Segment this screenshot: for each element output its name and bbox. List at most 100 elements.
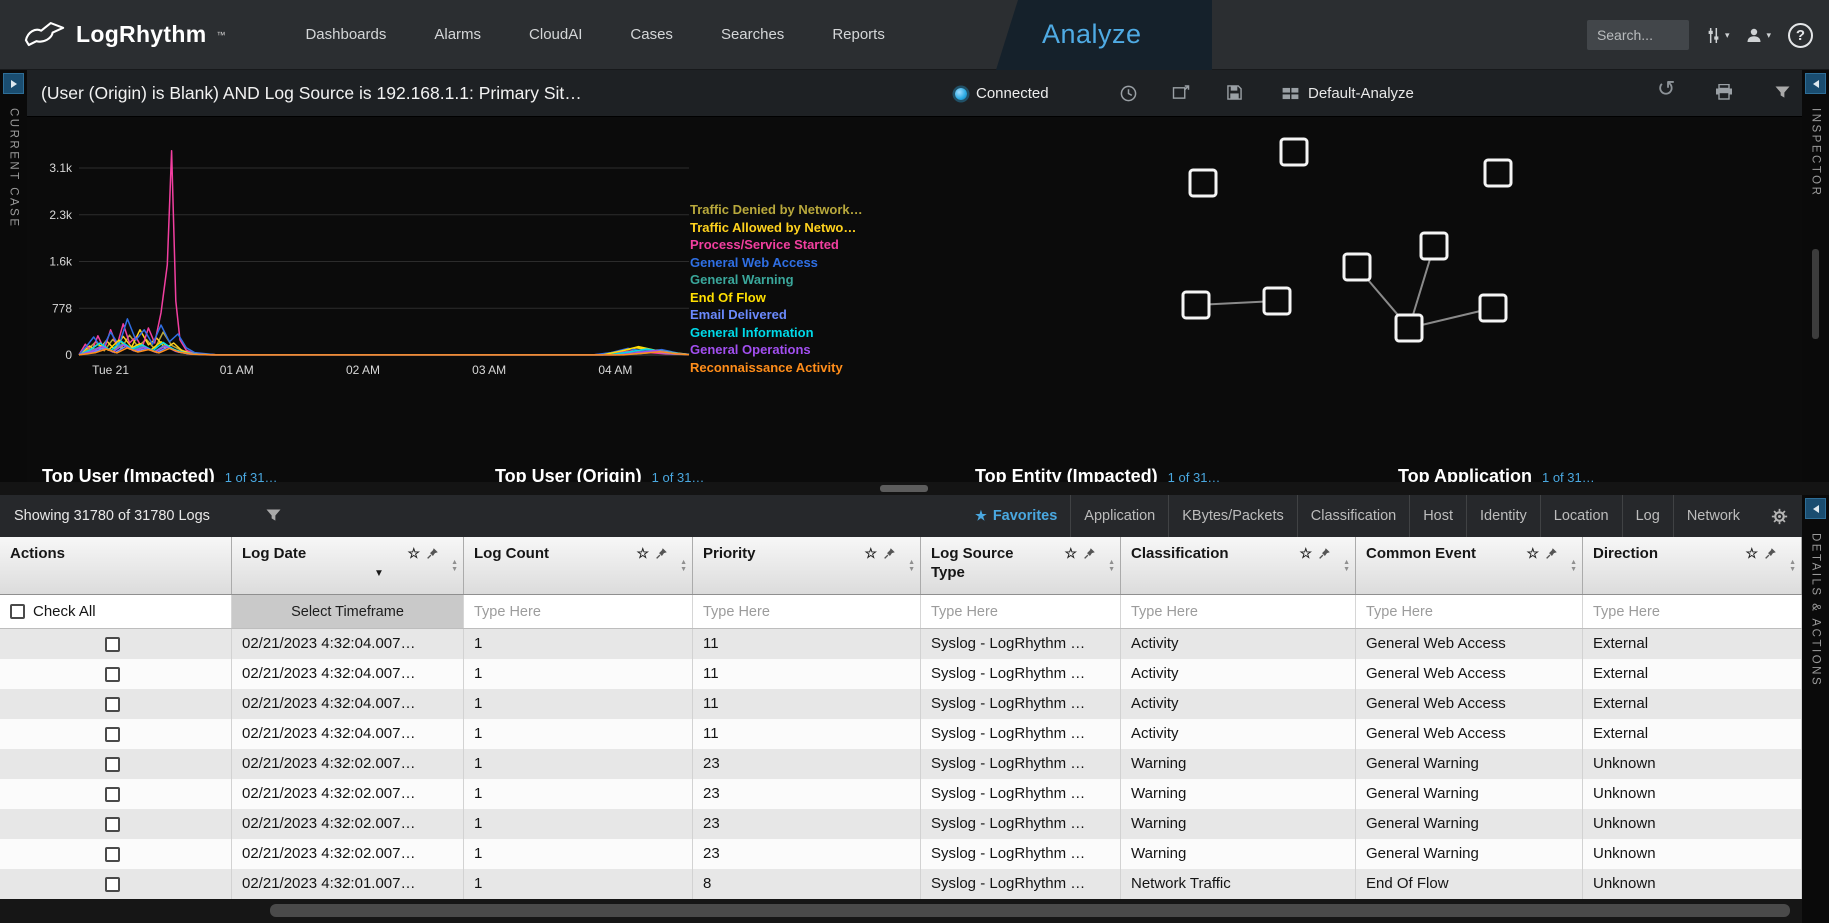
classification-filter-input[interactable]: Type Here bbox=[1121, 595, 1356, 628]
column-sort-arrows-icon[interactable]: ▲▼ bbox=[1108, 559, 1115, 573]
grid-settings-button[interactable] bbox=[1771, 508, 1788, 525]
select-timeframe-dropdown[interactable]: Select Timeframe bbox=[232, 595, 463, 628]
graph-node[interactable] bbox=[1344, 254, 1370, 280]
column-header-actions[interactable]: Actions bbox=[0, 537, 232, 594]
pin-column-icon[interactable] bbox=[1545, 547, 1558, 560]
column-sort-arrows-icon[interactable]: ▲▼ bbox=[1343, 559, 1350, 573]
legend-item-general-information[interactable]: General Information bbox=[690, 324, 863, 342]
favorite-column-icon[interactable]: ☆ bbox=[864, 546, 877, 560]
nav-item-searches[interactable]: Searches bbox=[697, 0, 808, 70]
favorite-column-icon[interactable]: ☆ bbox=[1745, 546, 1758, 560]
favorite-column-icon[interactable]: ☆ bbox=[1064, 546, 1077, 560]
column-header-priority[interactable]: Priority☆▲▼ bbox=[693, 537, 921, 594]
column-header-log-source-type[interactable]: Log Source Type☆▲▼ bbox=[921, 537, 1121, 594]
favorite-column-icon[interactable]: ☆ bbox=[407, 546, 420, 560]
expand-current-case-button[interactable] bbox=[3, 73, 24, 94]
column-sort-arrows-icon[interactable]: ▲▼ bbox=[1789, 559, 1796, 573]
user-menu[interactable]: ▾ bbox=[1746, 27, 1771, 43]
graph-node[interactable] bbox=[1190, 170, 1216, 196]
search-input[interactable] bbox=[1587, 20, 1689, 50]
log-row[interactable]: 02/21/2023 4:32:04.007…111Syslog - LogRh… bbox=[0, 659, 1802, 689]
grid-tab-location[interactable]: Location bbox=[1540, 495, 1622, 537]
favorite-column-icon[interactable]: ☆ bbox=[1526, 546, 1539, 560]
row-checkbox[interactable] bbox=[105, 727, 120, 742]
graph-node[interactable] bbox=[1480, 295, 1506, 321]
time-range-button[interactable] bbox=[1120, 85, 1137, 102]
panel-page-link[interactable]: 1 of 31… bbox=[1542, 470, 1595, 482]
column-sort-arrows-icon[interactable]: ▲▼ bbox=[1570, 559, 1577, 573]
grid-hscrollbar-thumb[interactable] bbox=[270, 904, 1790, 917]
row-checkbox[interactable] bbox=[105, 697, 120, 712]
row-checkbox[interactable] bbox=[105, 637, 120, 652]
grid-tab-application[interactable]: Application bbox=[1070, 495, 1168, 537]
log-source-type-filter-input[interactable]: Type Here bbox=[921, 595, 1121, 628]
nav-item-cases[interactable]: Cases bbox=[606, 0, 697, 70]
graph-node[interactable] bbox=[1421, 233, 1447, 259]
legend-item-process-service-started[interactable]: Process/Service Started bbox=[690, 236, 863, 254]
pop-out-button[interactable] bbox=[1172, 85, 1190, 100]
log-row[interactable]: 02/21/2023 4:32:04.007…111Syslog - LogRh… bbox=[0, 629, 1802, 659]
favorite-column-icon[interactable]: ☆ bbox=[636, 546, 649, 560]
grid-filter-button[interactable] bbox=[266, 509, 281, 523]
legend-item-traffic-denied-by-network[interactable]: Traffic Denied by Network… bbox=[690, 201, 863, 219]
panel-page-link[interactable]: 1 of 31… bbox=[652, 470, 705, 482]
pin-column-icon[interactable] bbox=[426, 547, 439, 560]
legend-item-general-web-access[interactable]: General Web Access bbox=[690, 254, 863, 272]
pin-column-icon[interactable] bbox=[1318, 547, 1331, 560]
column-header-direction[interactable]: Direction☆▲▼ bbox=[1583, 537, 1802, 594]
analysis-vscrollbar-thumb[interactable] bbox=[1812, 249, 1819, 339]
row-checkbox[interactable] bbox=[105, 847, 120, 862]
grid-tab-log[interactable]: Log bbox=[1622, 495, 1673, 537]
details-actions-label[interactable]: DETAILS & ACTIONS bbox=[1810, 533, 1822, 687]
log-row[interactable]: 02/21/2023 4:32:01.007…18Syslog - LogRhy… bbox=[0, 869, 1802, 899]
pin-column-icon[interactable] bbox=[1083, 547, 1096, 560]
save-layout-button[interactable] bbox=[1227, 85, 1242, 100]
nav-item-dashboards[interactable]: Dashboards bbox=[281, 0, 410, 70]
grid-tab-network[interactable]: Network bbox=[1673, 495, 1753, 537]
log-row[interactable]: 02/21/2023 4:32:02.007…123Syslog - LogRh… bbox=[0, 749, 1802, 779]
favorite-column-icon[interactable]: ☆ bbox=[1299, 546, 1312, 560]
graph-node[interactable] bbox=[1396, 315, 1422, 341]
print-button[interactable] bbox=[1715, 84, 1733, 100]
log-row[interactable]: 02/21/2023 4:32:04.007…111Syslog - LogRh… bbox=[0, 689, 1802, 719]
expand-inspector-button[interactable] bbox=[1805, 73, 1826, 94]
column-sort-arrows-icon[interactable]: ▲▼ bbox=[680, 559, 687, 573]
grid-tab-favorites[interactable]: ★Favorites bbox=[962, 495, 1070, 537]
nav-item-reports[interactable]: Reports bbox=[808, 0, 909, 70]
log-row[interactable]: 02/21/2023 4:32:02.007…123Syslog - LogRh… bbox=[0, 809, 1802, 839]
row-checkbox[interactable] bbox=[105, 877, 120, 892]
log-row[interactable]: 02/21/2023 4:32:02.007…123Syslog - LogRh… bbox=[0, 779, 1802, 809]
column-header-log-count[interactable]: Log Count☆▲▼ bbox=[464, 537, 693, 594]
log-count-filter-input[interactable]: Type Here bbox=[464, 595, 693, 628]
analysis-hscrollbar[interactable] bbox=[0, 482, 1829, 495]
panel-page-link[interactable]: 1 of 31… bbox=[225, 470, 278, 482]
tab-analyze[interactable]: Analyze bbox=[996, 0, 1212, 70]
legend-item-general-operations[interactable]: General Operations bbox=[690, 341, 863, 359]
grid-hscrollbar[interactable] bbox=[0, 899, 1802, 923]
column-sort-arrows-icon[interactable]: ▲▼ bbox=[908, 559, 915, 573]
common-event-filter-input[interactable]: Type Here bbox=[1356, 595, 1583, 628]
column-header-common-event[interactable]: Common Event☆▲▼ bbox=[1356, 537, 1583, 594]
help-icon[interactable]: ? bbox=[1788, 23, 1813, 48]
legend-item-traffic-allowed-by-network[interactable]: Traffic Allowed by Netwo… bbox=[690, 219, 863, 237]
graph-node[interactable] bbox=[1485, 160, 1511, 186]
graph-node[interactable] bbox=[1183, 292, 1209, 318]
direction-filter-input[interactable]: Type Here bbox=[1583, 595, 1802, 628]
column-sort-arrows-icon[interactable]: ▲▼ bbox=[451, 559, 458, 573]
pin-column-icon[interactable] bbox=[883, 547, 896, 560]
layout-selector[interactable]: Default-Analyze bbox=[1282, 70, 1414, 117]
filter-button[interactable] bbox=[1775, 86, 1790, 100]
nav-item-alarms[interactable]: Alarms bbox=[410, 0, 505, 70]
analysis-hscrollbar-thumb[interactable] bbox=[880, 485, 928, 492]
row-checkbox[interactable] bbox=[105, 817, 120, 832]
row-checkbox[interactable] bbox=[105, 667, 120, 682]
legend-item-email-delivered[interactable]: Email Delivered bbox=[690, 306, 863, 324]
log-row[interactable]: 02/21/2023 4:32:04.007…111Syslog - LogRh… bbox=[0, 719, 1802, 749]
check-all-checkbox[interactable] bbox=[10, 604, 25, 619]
legend-item-reconnaissance-activity[interactable]: Reconnaissance Activity bbox=[690, 359, 863, 377]
log-row[interactable]: 02/21/2023 4:32:02.007…123Syslog - LogRh… bbox=[0, 839, 1802, 869]
row-checkbox[interactable] bbox=[105, 757, 120, 772]
expand-details-actions-button[interactable] bbox=[1805, 498, 1826, 519]
legend-item-end-of-flow[interactable]: End Of Flow bbox=[690, 289, 863, 307]
grid-tab-classification[interactable]: Classification bbox=[1297, 495, 1409, 537]
